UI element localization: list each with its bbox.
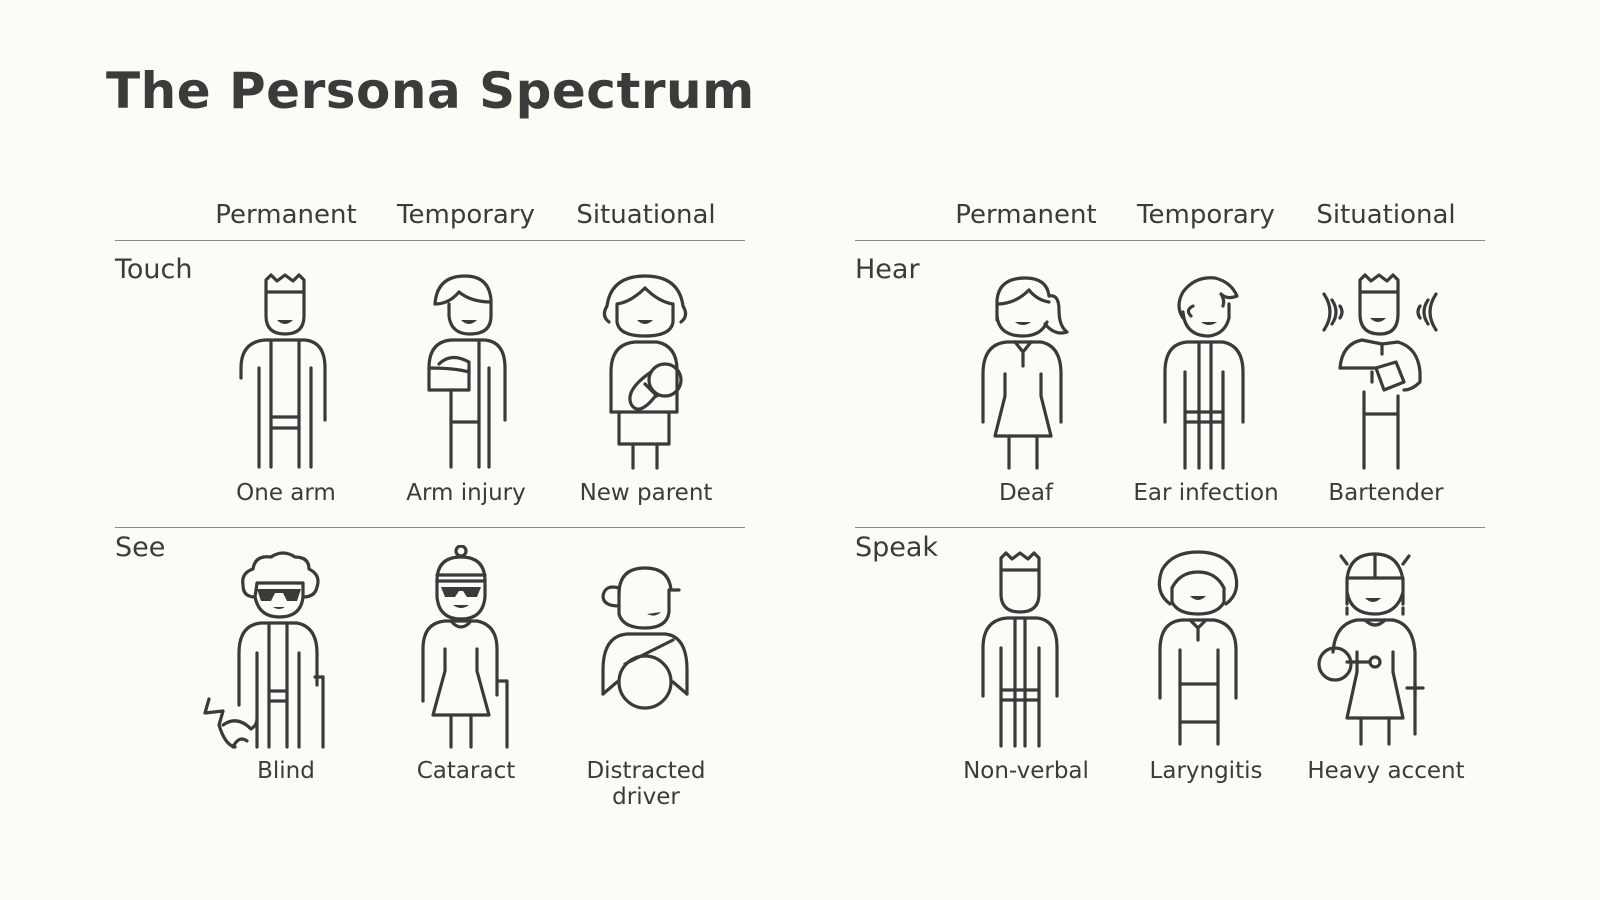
persona-label-blind: Blind [257,758,315,784]
column-header-temporary: Temporary [397,200,535,230]
one-arm-icon [235,272,335,472]
column-header-situational: Situational [1316,200,1456,230]
arm-injury-icon [415,272,515,472]
persona-label-new-parent: New parent [579,480,713,506]
category-hear: Hear [855,254,920,285]
persona-label-bartender: Bartender [1328,480,1444,506]
persona-label-ear-infection: Ear infection [1133,480,1279,506]
column-header-temporary: Temporary [1137,200,1275,230]
column-header-permanent: Permanent [955,200,1097,230]
new-parent-icon [595,272,695,472]
category-touch: Touch [115,254,193,285]
persona-label-cataract: Cataract [416,758,516,784]
page-title: The Persona Spectrum [106,62,755,120]
header-divider [855,240,1485,241]
persona-label-heavy-accent: Heavy accent [1307,758,1465,784]
cataract-icon [415,545,515,749]
column-header-permanent: Permanent [215,200,357,230]
non-verbal-icon [975,550,1075,750]
persona-label-deaf: Deaf [998,480,1054,506]
header-divider [115,240,745,241]
ear-infection-icon [1155,272,1255,472]
column-header-situational: Situational [576,200,716,230]
row-divider [855,527,1485,528]
persona-label-distracted-driver: Distracted driver [586,758,706,810]
deaf-icon [975,272,1075,472]
blind-icon [187,549,347,749]
persona-label-non-verbal: Non-verbal [963,758,1089,784]
persona-label-arm-injury: Arm injury [406,480,526,506]
persona-label-laryngitis: Laryngitis [1149,758,1263,784]
persona-label-one-arm: One arm [236,480,336,506]
laryngitis-icon [1150,548,1250,748]
distracted-driver-icon [595,564,705,724]
heavy-accent-icon [1317,548,1437,748]
category-see: See [115,532,166,563]
bartender-icon [1310,272,1450,472]
row-divider [115,527,745,528]
persona-grid-left: Permanent Temporary Situational Touch On… [115,192,745,812]
category-speak: Speak [855,532,939,563]
persona-grid-right: Permanent Temporary Situational Hear Dea… [855,192,1485,812]
